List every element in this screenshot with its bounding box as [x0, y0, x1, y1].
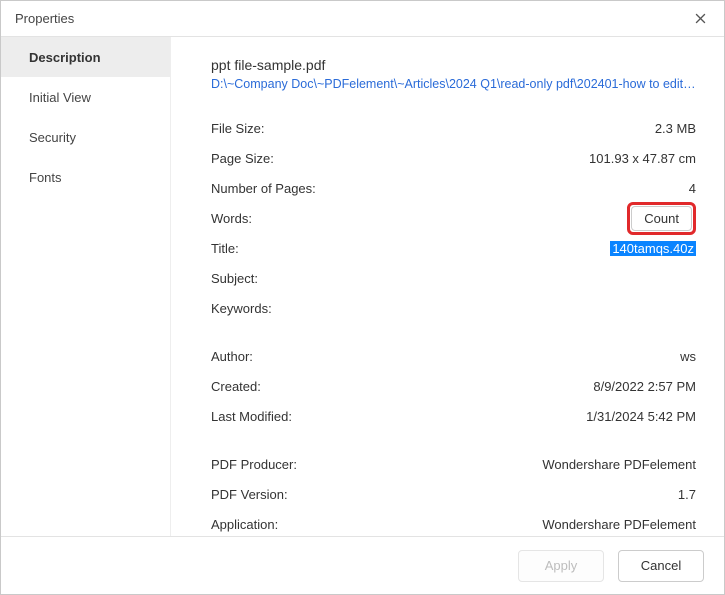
label-file-size: File Size: — [211, 121, 351, 136]
label-subject: Subject: — [211, 271, 351, 286]
apply-button: Apply — [518, 550, 604, 582]
row-producer: PDF Producer: Wondershare PDFelement — [211, 449, 696, 479]
properties-dialog: Properties Description Initial View Secu… — [0, 0, 725, 595]
file-path-link[interactable]: D:\~Company Doc\~PDFelement\~Articles\20… — [211, 77, 696, 91]
tab-label: Description — [29, 50, 101, 65]
value-words: Count — [351, 202, 696, 235]
label-modified: Last Modified: — [211, 409, 351, 424]
row-file-size: File Size: 2.3 MB — [211, 113, 696, 143]
label-producer: PDF Producer: — [211, 457, 351, 472]
title-input-selected: 140tamqs.40z — [610, 241, 696, 256]
count-button[interactable]: Count — [631, 206, 692, 231]
row-keywords: Keywords: — [211, 293, 696, 323]
row-title: Title: 140tamqs.40z — [211, 233, 696, 263]
value-producer: Wondershare PDFelement — [351, 457, 696, 472]
row-page-size: Page Size: 101.93 x 47.87 cm — [211, 143, 696, 173]
tab-label: Fonts — [29, 170, 62, 185]
cancel-button[interactable]: Cancel — [618, 550, 704, 582]
label-application: Application: — [211, 517, 351, 532]
label-author: Author: — [211, 349, 351, 364]
row-created: Created: 8/9/2022 2:57 PM — [211, 371, 696, 401]
label-page-size: Page Size: — [211, 151, 351, 166]
label-title: Title: — [211, 241, 351, 256]
dialog-footer: Apply Cancel — [1, 536, 724, 594]
dialog-body: Description Initial View Security Fonts … — [1, 37, 724, 536]
close-icon — [695, 13, 706, 24]
tab-description[interactable]: Description — [1, 37, 170, 77]
row-author: Author: ws — [211, 341, 696, 371]
value-created: 8/9/2022 2:57 PM — [351, 379, 696, 394]
row-application: Application: Wondershare PDFelement — [211, 509, 696, 536]
tab-security[interactable]: Security — [1, 117, 170, 157]
titlebar: Properties — [1, 1, 724, 37]
value-author[interactable]: ws — [351, 349, 696, 364]
row-subject: Subject: — [211, 263, 696, 293]
value-page-size: 101.93 x 47.87 cm — [351, 151, 696, 166]
label-created: Created: — [211, 379, 351, 394]
value-title[interactable]: 140tamqs.40z — [351, 241, 696, 256]
tab-initial-view[interactable]: Initial View — [1, 77, 170, 117]
sidebar: Description Initial View Security Fonts — [1, 37, 171, 536]
value-application: Wondershare PDFelement — [351, 517, 696, 532]
tab-label: Security — [29, 130, 76, 145]
description-panel: ppt file-sample.pdf D:\~Company Doc\~PDF… — [171, 37, 724, 536]
close-button[interactable] — [686, 5, 714, 33]
file-name: ppt file-sample.pdf — [211, 57, 696, 73]
value-file-size: 2.3 MB — [351, 121, 696, 136]
tab-label: Initial View — [29, 90, 91, 105]
tab-fonts[interactable]: Fonts — [1, 157, 170, 197]
label-num-pages: Number of Pages: — [211, 181, 351, 196]
value-version: 1.7 — [351, 487, 696, 502]
row-words: Words: Count — [211, 203, 696, 233]
window-title: Properties — [15, 11, 686, 26]
row-version: PDF Version: 1.7 — [211, 479, 696, 509]
value-modified: 1/31/2024 5:42 PM — [351, 409, 696, 424]
count-highlight: Count — [627, 202, 696, 235]
label-keywords: Keywords: — [211, 301, 351, 316]
label-words: Words: — [211, 211, 351, 226]
value-num-pages: 4 — [351, 181, 696, 196]
row-num-pages: Number of Pages: 4 — [211, 173, 696, 203]
label-version: PDF Version: — [211, 487, 351, 502]
row-modified: Last Modified: 1/31/2024 5:42 PM — [211, 401, 696, 431]
